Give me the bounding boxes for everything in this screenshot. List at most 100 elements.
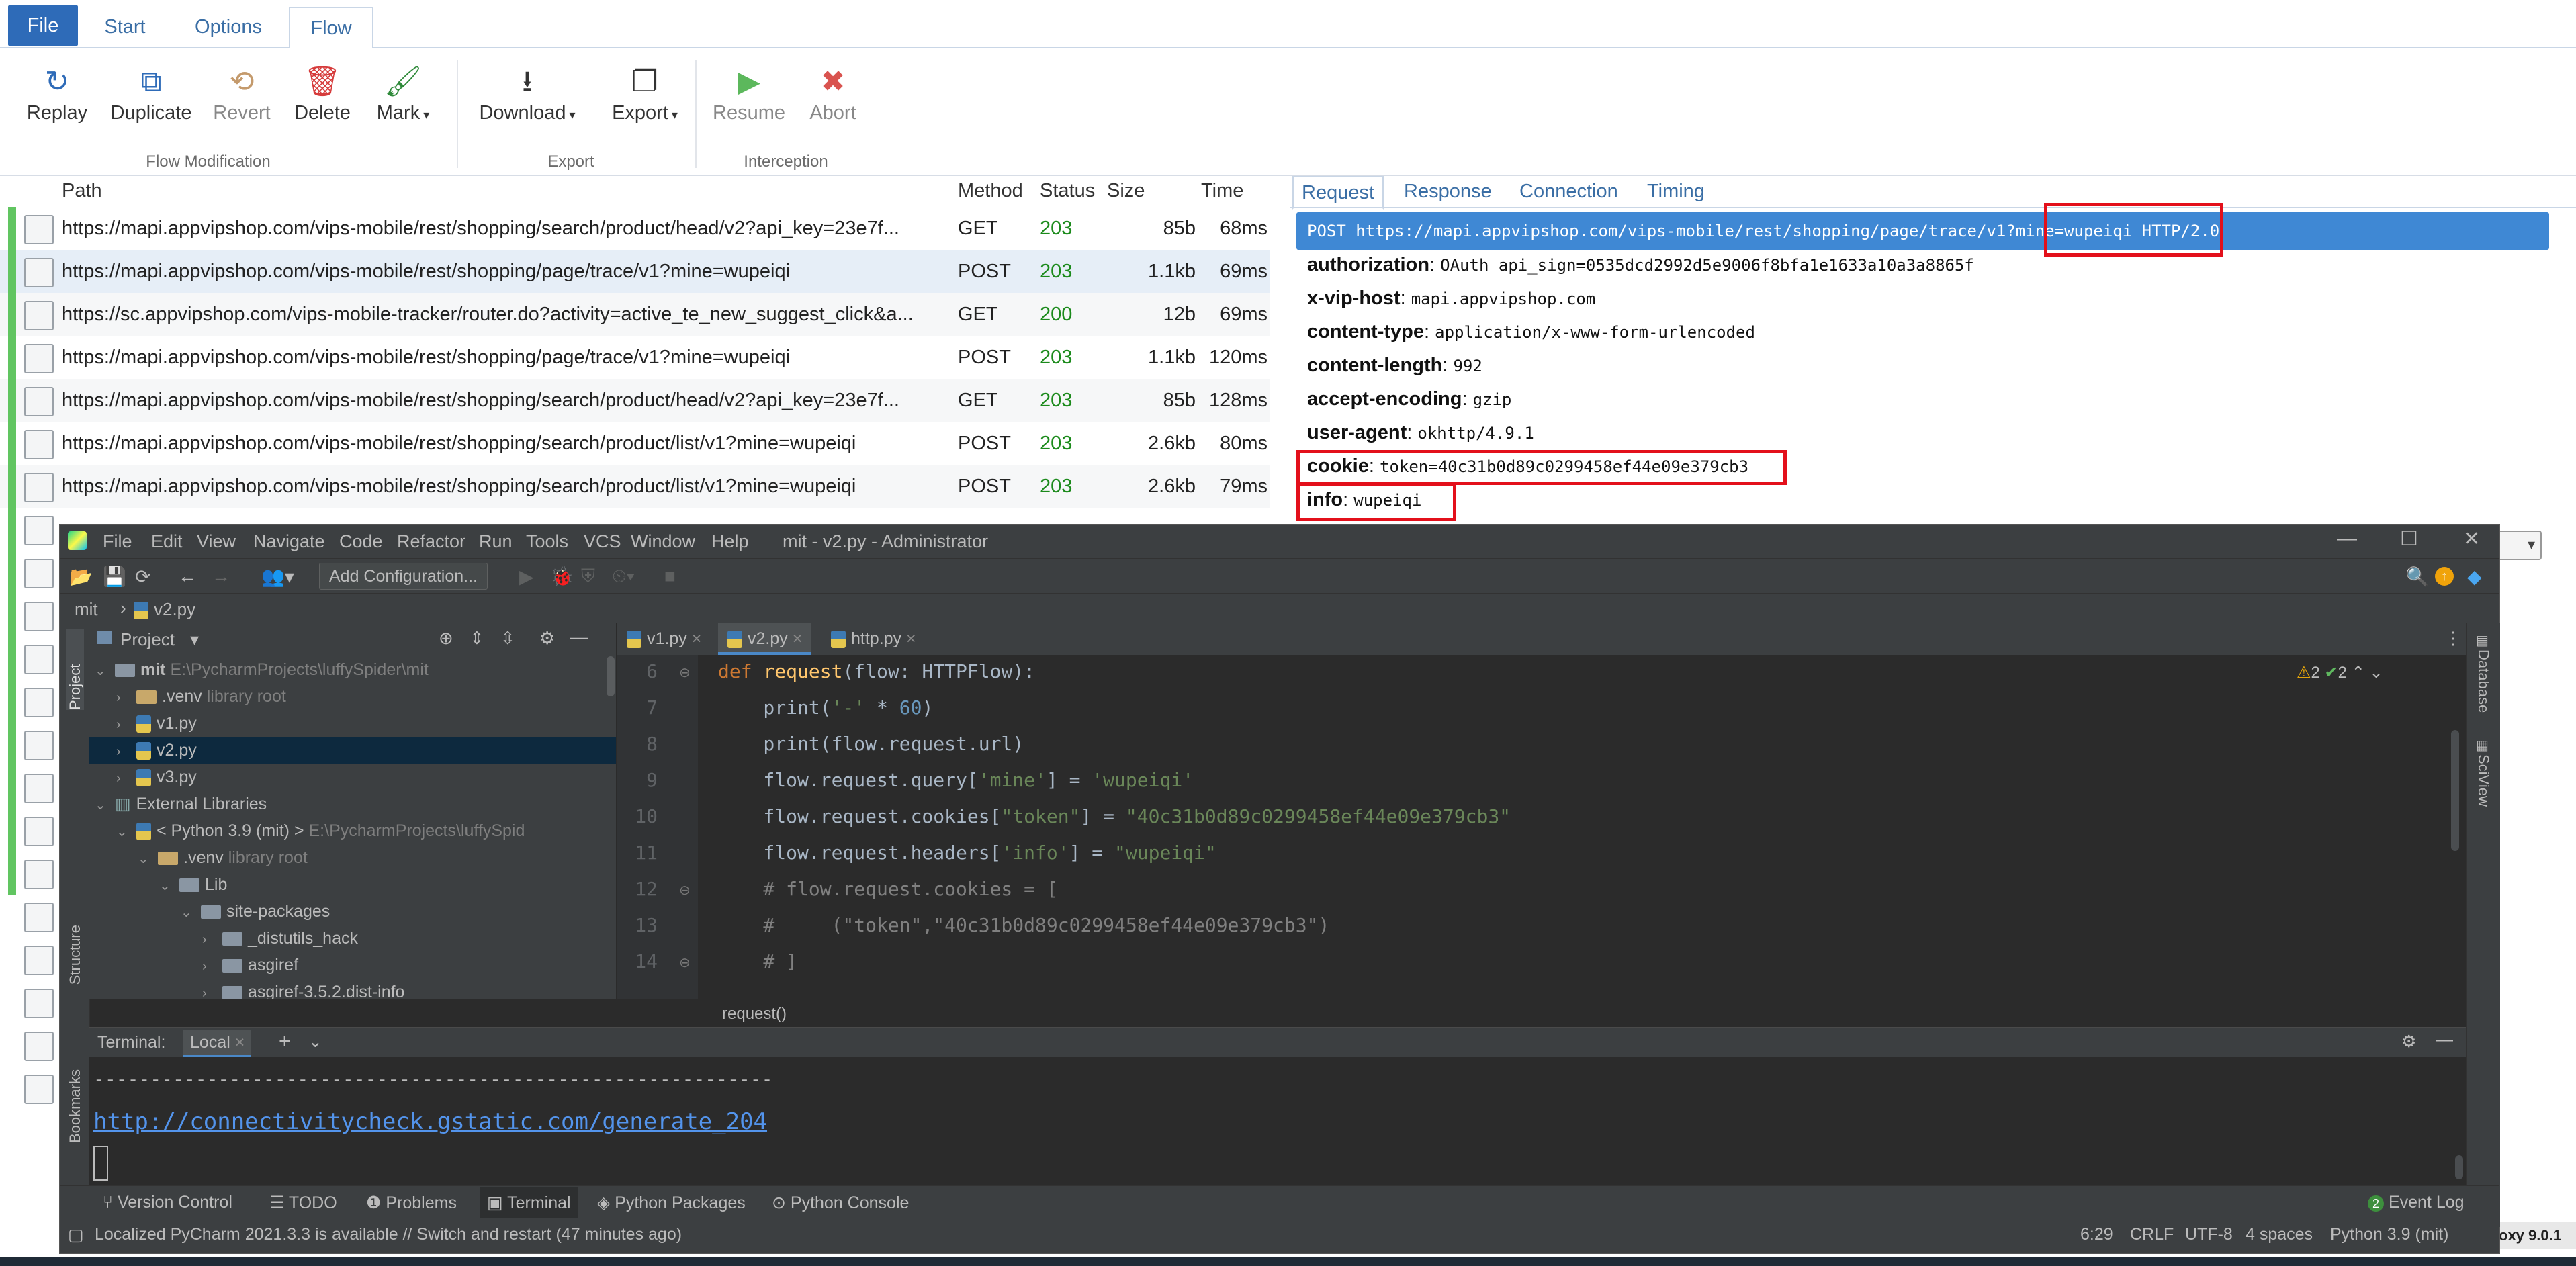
tree-item-site-packages[interactable]: ⌄ site-packages <box>181 898 330 925</box>
download-button[interactable]: ⭳ Download ▾ <box>467 62 588 142</box>
menu-edit[interactable]: Edit <box>151 531 183 552</box>
flow-checkbox[interactable] <box>24 516 54 545</box>
menu-help[interactable]: Help <box>711 531 749 552</box>
line-separator[interactable]: CRLF <box>2130 1225 2174 1245</box>
flow-checkbox[interactable] <box>24 430 54 459</box>
code-line[interactable]: flow.request.query['mine'] = 'wupeiqi' <box>718 769 1194 791</box>
flow-checkbox[interactable] <box>24 645 54 674</box>
replay-button[interactable]: ↻ Replay <box>7 62 107 142</box>
stop-icon[interactable]: ■ <box>664 566 676 587</box>
maximize-icon[interactable]: ☐ <box>2400 527 2418 551</box>
column-time[interactable]: Time <box>1201 180 1243 202</box>
tree-item-distutils-hack[interactable]: › _distutils_hack <box>202 925 358 952</box>
code-line[interactable]: print('-' * 60) <box>718 696 933 719</box>
flow-checkbox[interactable] <box>24 989 54 1018</box>
close-icon[interactable]: × <box>793 629 803 648</box>
profile-icon[interactable]: ⏲▾ <box>612 566 635 588</box>
header-content-length[interactable]: content-length: 992 <box>1307 355 1482 377</box>
chevron-down-icon[interactable]: ⌄ <box>308 1032 322 1052</box>
menu-vcs[interactable]: VCS <box>584 531 621 552</box>
menu-file[interactable]: File <box>103 531 132 552</box>
column-size[interactable]: Size <box>1107 180 1145 202</box>
menu-navigate[interactable]: Navigate <box>253 531 325 552</box>
terminal-scrollbar[interactable] <box>2455 1155 2463 1179</box>
abort-button[interactable]: ✖ Abort <box>786 62 880 142</box>
flow-checkbox[interactable] <box>24 946 54 975</box>
editor-scrollbar[interactable] <box>2451 730 2459 851</box>
fold-icon[interactable]: ⊖ <box>679 882 691 899</box>
project-tool-tab[interactable]: Project <box>66 629 84 710</box>
resume-button[interactable]: ▶ Resume <box>699 62 799 142</box>
flow-row[interactable]: https://mapi.appvipshop.com/vips-mobile/… <box>0 422 1270 465</box>
gear-icon[interactable]: ⚙ <box>2401 1032 2416 1052</box>
hide-icon[interactable]: — <box>570 627 588 647</box>
add-configuration-button[interactable]: Add Configuration... <box>319 563 488 590</box>
hide-icon[interactable]: — <box>2436 1030 2453 1050</box>
expand-all-icon[interactable]: ⇕ <box>470 628 484 649</box>
editor-tab-v2[interactable]: v2.py × <box>718 623 812 655</box>
tree-item-python-sdk[interactable]: ⌄ < Python 3.9 (mit) > E:\PycharmProjects… <box>116 817 525 844</box>
menu-view[interactable]: View <box>197 531 236 552</box>
mark-button[interactable]: 🖌 Mark ▾ <box>356 62 450 142</box>
flow-checkbox[interactable] <box>24 344 54 373</box>
chevron-down-icon[interactable]: ▾ <box>190 629 199 650</box>
bookmarks-tool-tab[interactable]: Bookmarks <box>66 1069 84 1143</box>
tree-item-venv[interactable]: › .venv library root <box>116 683 286 710</box>
chevron-up-icon[interactable]: ⌃ <box>2352 664 2365 682</box>
flow-checkbox[interactable] <box>24 817 54 846</box>
more-options-icon[interactable]: ⋮ <box>2444 628 2462 649</box>
code-comment[interactable]: # ("token","40c31b0d89c0299458ef44e09e37… <box>718 914 1329 936</box>
update-icon[interactable]: ↑ <box>2435 567 2454 586</box>
terminal-link[interactable]: http://connectivitycheck.gstatic.com/gen… <box>93 1108 767 1135</box>
tab-options[interactable]: Options <box>181 7 275 47</box>
coverage-icon[interactable]: ⛨ <box>581 566 595 588</box>
search-icon[interactable]: 🔍 <box>2405 566 2429 588</box>
menu-code[interactable]: Code <box>339 531 383 552</box>
tree-item-mit[interactable]: ⌄ mit E:\PycharmProjects\luffySpider\mit <box>95 656 429 683</box>
menu-window[interactable]: Window <box>631 531 695 552</box>
header-content-type[interactable]: content-type: application/x-www-form-url… <box>1307 321 1755 343</box>
project-scrollbar[interactable] <box>607 656 615 696</box>
flow-checkbox[interactable] <box>24 860 54 889</box>
code-comment[interactable]: # flow.request.cookies = [ <box>718 878 1057 900</box>
flow-checkbox[interactable] <box>24 903 54 932</box>
flow-checkbox[interactable] <box>24 602 54 631</box>
tree-item-v2-selected[interactable]: › v2.py <box>89 737 616 764</box>
tree-item-external-libraries[interactable]: ⌄ ▥ External Libraries <box>95 790 267 817</box>
user-dropdown-icon[interactable]: 👥▾ <box>261 566 294 588</box>
column-method[interactable]: Method <box>958 180 1023 202</box>
toggle-panel-icon[interactable]: ▢ <box>68 1225 84 1245</box>
sync-icon[interactable]: ⟳ <box>135 566 150 588</box>
duplicate-button[interactable]: ⧉ Duplicate <box>101 62 202 142</box>
terminal-cursor[interactable] <box>93 1146 108 1181</box>
minimize-icon[interactable]: — <box>2337 527 2357 550</box>
save-icon[interactable]: 💾 <box>103 566 126 588</box>
menu-tools[interactable]: Tools <box>526 531 568 552</box>
status-message[interactable]: Localized PyCharm 2021.3.3 is available … <box>95 1225 682 1245</box>
database-tool-tab[interactable]: Database <box>2475 649 2492 713</box>
flow-checkbox[interactable] <box>24 387 54 416</box>
open-folder-icon[interactable]: 📂 <box>69 566 93 588</box>
plus-icon[interactable]: + <box>279 1030 291 1053</box>
file-encoding[interactable]: UTF-8 <box>2185 1225 2233 1245</box>
flow-row[interactable]: https://sc.appvipshop.com/vips-mobile-tr… <box>0 293 1270 336</box>
revert-button[interactable]: ⟲ Revert <box>195 62 289 142</box>
fold-icon[interactable]: ⊖ <box>679 664 691 681</box>
chevron-down-icon[interactable]: ⌄ <box>2369 664 2383 682</box>
code-line[interactable]: def request(flow: HTTPFlow): <box>718 660 1035 682</box>
python-interpreter[interactable]: Python 3.9 (mit) <box>2330 1225 2448 1245</box>
locate-icon[interactable]: ⊕ <box>439 628 453 649</box>
run-icon[interactable]: ▶ <box>519 566 534 588</box>
terminal-tab[interactable]: ▣ Terminal <box>480 1187 578 1218</box>
todo-tab[interactable]: ☰ TODO <box>269 1193 337 1213</box>
tree-item-asgiref[interactable]: › asgiref <box>202 952 298 979</box>
flow-row[interactable]: https://mapi.appvipshop.com/vips-mobile/… <box>0 207 1270 251</box>
sciview-tool-tab[interactable]: SciView <box>2475 754 2492 807</box>
close-icon[interactable]: × <box>906 629 916 648</box>
code-line[interactable]: print(flow.request.url) <box>718 733 1024 755</box>
tab-request[interactable]: Request <box>1292 176 1384 210</box>
code-line[interactable]: flow.request.cookies["token"] = "40c31b0… <box>718 805 1511 827</box>
tree-item-venv-lib-root[interactable]: ⌄ .venv library root <box>138 844 308 871</box>
tab-file[interactable]: File <box>8 5 78 46</box>
flow-row[interactable]: https://mapi.appvipshop.com/vips-mobile/… <box>0 379 1270 422</box>
